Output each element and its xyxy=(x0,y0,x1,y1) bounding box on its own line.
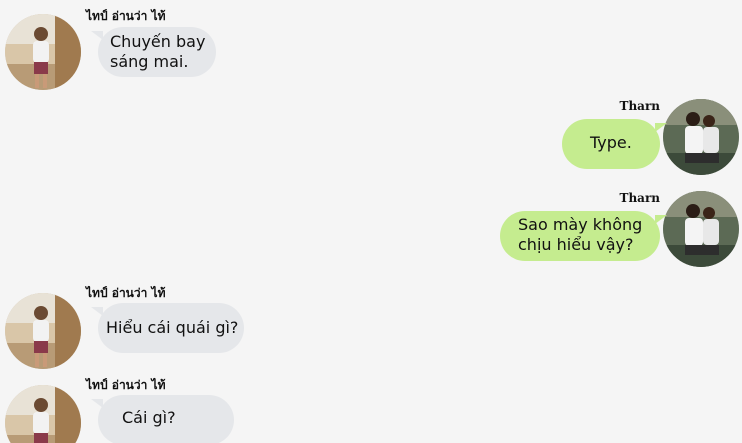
chat-thread: ไทป์ อ่านว่า ไท้ Chuyến bay sáng mai. Th… xyxy=(0,0,742,443)
sender-name: Tharn xyxy=(619,191,660,205)
message-text: Cái gì? xyxy=(122,408,176,427)
message-received: ไทป์ อ่านว่า ไท้ Hiểu cái quái gì? xyxy=(0,284,260,369)
type-avatar-icon[interactable] xyxy=(5,14,81,90)
message-text: Hiểu cái quái gì? xyxy=(106,318,239,337)
message-text: Chuyến bay xyxy=(110,32,206,51)
message-bubble[interactable]: Chuyến bay sáng mai. xyxy=(91,27,216,77)
type-avatar-icon[interactable] xyxy=(5,293,81,369)
message-text: sáng mai. xyxy=(110,52,189,71)
sender-name: Tharn xyxy=(619,99,660,113)
message-text: Sao mày không xyxy=(518,215,643,234)
tharn-avatar-icon[interactable] xyxy=(663,191,739,267)
message-received: ไทป์ อ่านว่า ไท้ Chuyến bay sáng mai. xyxy=(0,7,260,90)
message-received: ไทป์ อ่านว่า ไท้ Cái gì? xyxy=(0,376,260,443)
tharn-avatar-icon[interactable] xyxy=(663,99,739,175)
message-sent: Tharn Sao mày không chịu hiểu vậy? xyxy=(482,191,742,269)
message-bubble[interactable]: Cái gì? xyxy=(91,395,234,443)
type-avatar-icon[interactable] xyxy=(5,385,81,443)
sender-name: ไทป์ อ่านว่า ไท้ xyxy=(86,9,166,23)
sender-name: ไทป์ อ่านว่า ไท้ xyxy=(86,378,166,392)
message-text: Type. xyxy=(590,133,632,152)
message-text: chịu hiểu vậy? xyxy=(518,235,634,254)
message-sent: Tharn Type. xyxy=(482,99,742,177)
message-bubble[interactable]: Sao mày không chịu hiểu vậy? xyxy=(500,211,667,261)
message-bubble[interactable]: Type. xyxy=(562,119,667,169)
sender-name: ไทป์ อ่านว่า ไท้ xyxy=(86,286,166,300)
message-bubble[interactable]: Hiểu cái quái gì? xyxy=(91,303,244,353)
